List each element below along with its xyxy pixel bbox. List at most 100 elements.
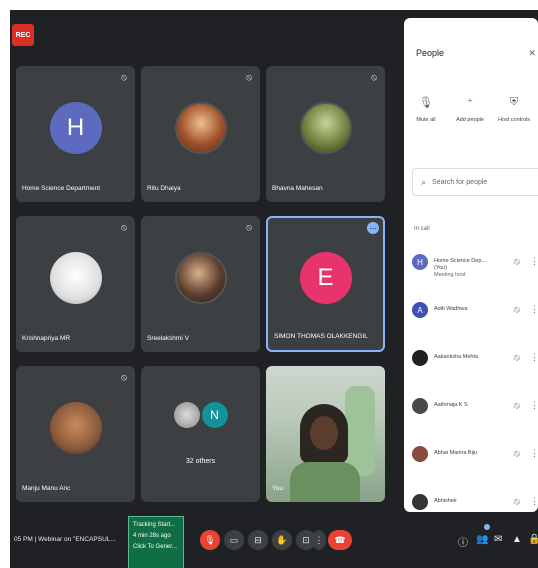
participant-tile[interactable]: ⦸ Manju Manu Anc (16, 366, 135, 502)
avatar (412, 398, 428, 414)
avatar: H (49, 102, 102, 154)
mic-icon[interactable]: ⦸ (514, 304, 520, 315)
bottom-toolbar: 05 PM | Webinar on "ENCAPSUL... Tracking… (10, 512, 538, 568)
search-icon: ⌕ (421, 176, 427, 187)
mic-off-icon: ⦸ (371, 72, 377, 82)
end-call-button[interactable]: ☎ (328, 530, 352, 550)
list-item[interactable]: Aakanksha Mehta ⦸ ⋮ (404, 342, 538, 390)
camera-icon: ▭ (229, 534, 239, 545)
avatar (49, 402, 102, 454)
panel-title: People (416, 48, 445, 58)
background-plant (345, 386, 375, 476)
tracking-notification[interactable]: Tracking Start... 4 min 28s ago Click To… (128, 516, 184, 568)
others-count: 32 others (185, 458, 216, 465)
list-item[interactable]: H Home Science Dep... (You) Meeting host … (404, 246, 538, 294)
mic-off-icon: ⦸ (121, 372, 127, 382)
close-icon[interactable]: ✕ (528, 48, 536, 59)
more-vert-icon[interactable]: ⋮ (530, 496, 538, 507)
action-label: Mute all (416, 117, 436, 123)
avatar (412, 350, 428, 366)
mic-off-icon: ⦸ (121, 222, 127, 232)
more-options-button[interactable]: ⋮ (312, 530, 326, 550)
participant-name: Krishnapriya MR (22, 335, 71, 342)
action-label: Host controls (497, 117, 531, 123)
mic-icon[interactable]: ⦸ (514, 256, 520, 267)
meet-window: REC ⦸ H Home Science Department ⦸ Ritu D… (10, 10, 538, 568)
add-people-button[interactable]: ⁺ Add people (448, 96, 492, 123)
list-item[interactable]: Aathmaja K S ⦸ ⋮ (404, 390, 538, 438)
mute-all-button[interactable]: 🎙 Mute all (404, 96, 448, 123)
mic-icon: 🎙 (419, 97, 433, 109)
participant-name: You (272, 485, 283, 492)
mic-off-icon: ⦸ (246, 72, 252, 82)
others-tile[interactable]: N 32 others (141, 366, 260, 502)
people-panel: People ✕ 🎙 Mute all ⁺ Add people ⛨ Host … (404, 18, 538, 512)
people-actions: 🎙 Mute all ⁺ Add people ⛨ Host controls (404, 96, 538, 136)
avatar: H (412, 254, 428, 270)
captions-button[interactable]: ⊟ (248, 530, 268, 550)
info-icon[interactable]: ⓘ (458, 534, 468, 549)
list-item[interactable]: Abhai Marina Biju ⦸ ⋮ (404, 438, 538, 486)
self-face (310, 416, 338, 450)
self-body (290, 462, 360, 502)
participant-tile-active[interactable]: ⋯ E SIMON THOMAS OLAKKENGIL (266, 216, 385, 352)
people-icon[interactable]: 👥 (476, 534, 488, 545)
action-label: Add people (456, 117, 484, 123)
avatar: A (412, 302, 428, 318)
more-vert-icon[interactable]: ⋮ (530, 256, 538, 267)
avatar: E (299, 252, 352, 304)
participant-name: Bhavna Mahesan (272, 185, 323, 192)
participant-tile[interactable]: ⦸ Ritu Dhaiya (141, 66, 260, 202)
search-placeholder: Search for people (432, 178, 488, 186)
shield-icon: ⛨ (509, 96, 519, 108)
avatar (174, 102, 227, 154)
mic-icon[interactable]: ⦸ (514, 352, 520, 363)
more-vert-icon: ⋮ (314, 534, 324, 545)
participant-tile[interactable]: ⦸ Sreelakshmi V (141, 216, 260, 352)
participant-tile[interactable]: ⦸ Krishnapriya MR (16, 216, 135, 352)
participant-tile[interactable]: ⦸ Bhavna Mahesan (266, 66, 385, 202)
hand-icon: ✋ (276, 534, 288, 545)
more-vert-icon[interactable]: ⋮ (530, 448, 538, 459)
mic-off-icon: 🎙 (204, 534, 216, 545)
meeting-info: 05 PM | Webinar on "ENCAPSUL... (14, 536, 116, 543)
activities-icon[interactable]: ▲ (512, 534, 522, 545)
mic-off-icon: ⦸ (246, 222, 252, 232)
participant-name: Home Science Department (22, 185, 101, 192)
more-options-icon[interactable]: ⋯ (367, 222, 379, 234)
mic-off-icon: ⦸ (121, 72, 127, 82)
chat-icon[interactable]: ✉ (494, 534, 502, 545)
search-input[interactable]: ⌕ Search for people (412, 168, 538, 196)
avatar (412, 494, 428, 510)
mic-icon[interactable]: ⦸ (514, 400, 520, 411)
more-vert-icon[interactable]: ⋮ (530, 400, 538, 411)
participant-tile[interactable]: ⦸ H Home Science Department (16, 66, 135, 202)
person-name: Aathmaja K S (434, 402, 468, 408)
mic-icon[interactable]: ⦸ (514, 496, 520, 507)
people-badge (484, 524, 490, 530)
more-vert-icon[interactable]: ⋮ (530, 304, 538, 315)
participant-grid: ⦸ H Home Science Department ⦸ Ritu Dhaiy… (16, 66, 392, 508)
self-video-tile[interactable]: You (266, 366, 385, 502)
list-item[interactable]: A Aditi Wadhwa ⦸ ⋮ (404, 294, 538, 342)
others-avatars: N (141, 402, 260, 428)
captions-icon: ⊟ (254, 534, 262, 545)
raise-hand-button[interactable]: ✋ (272, 530, 292, 550)
list-item[interactable]: Abhishek ⦸ ⋮ (404, 486, 538, 512)
more-vert-icon[interactable]: ⋮ (530, 352, 538, 363)
participant-name: SIMON THOMAS OLAKKENGIL (274, 333, 368, 340)
mic-icon[interactable]: ⦸ (514, 448, 520, 459)
mic-button[interactable]: 🎙 (200, 530, 220, 550)
host-controls-button[interactable]: ⛨ Host controls (492, 96, 536, 123)
camera-button[interactable]: ▭ (224, 530, 244, 550)
avatar (412, 446, 428, 462)
recording-badge: REC (12, 24, 34, 46)
lock-icon[interactable]: 🔒 (528, 534, 538, 545)
person-name: Aditi Wadhwa (434, 306, 468, 312)
avatar (174, 252, 227, 304)
person-name: Aakanksha Mehta (434, 354, 479, 360)
person-name: Abhishek (434, 498, 457, 504)
participant-name: Manju Manu Anc (22, 485, 71, 492)
in-call-label: In call (414, 226, 430, 232)
phone-hangup-icon: ☎ (334, 534, 346, 545)
